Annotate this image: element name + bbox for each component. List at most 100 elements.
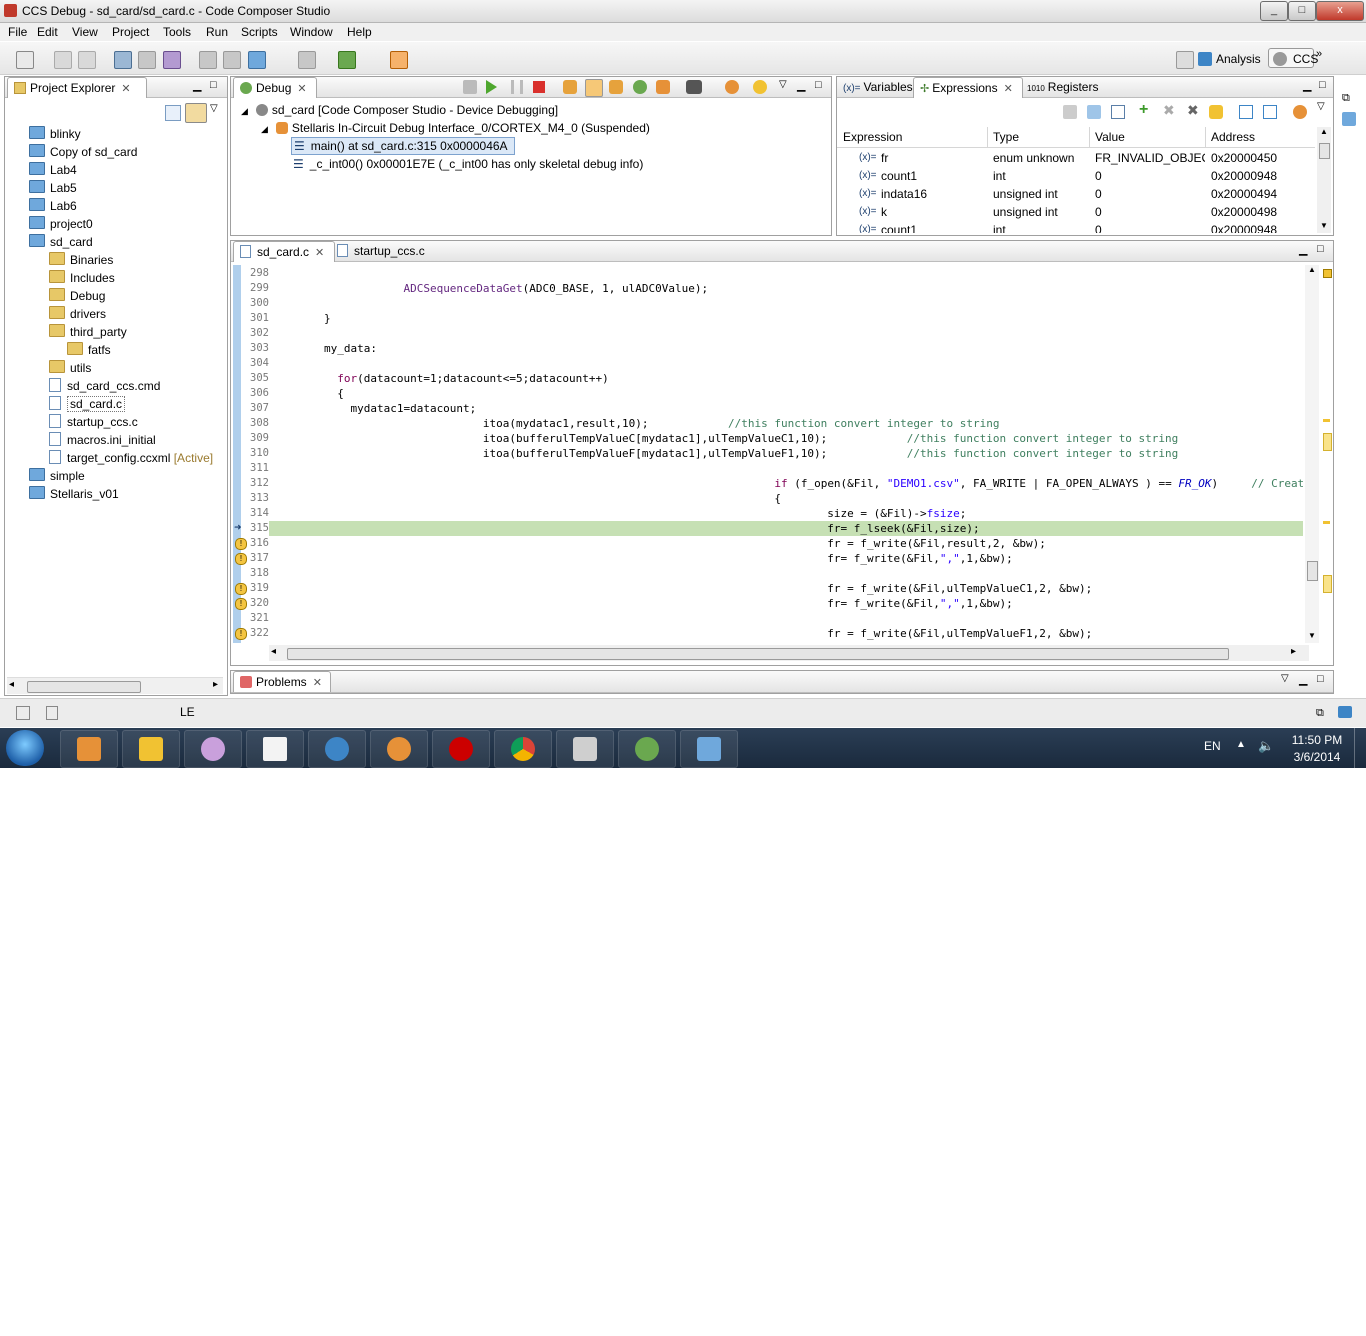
more-perspectives[interactable]: » xyxy=(1316,48,1322,60)
refresh-icon[interactable] xyxy=(753,80,767,94)
tab-project-explorer[interactable]: Project Explorer ✕ xyxy=(7,77,147,98)
scroll-down-icon[interactable]: ▼ xyxy=(1308,631,1316,640)
tree-item[interactable]: drivers xyxy=(49,305,106,323)
refresh-expressions-icon[interactable] xyxy=(1209,105,1223,119)
code-line[interactable]: my_data: xyxy=(271,342,377,355)
restore-icon[interactable]: ⧉ xyxy=(1342,92,1350,105)
table-row[interactable]: (x)= count1 int 0 0x20000948 xyxy=(837,167,1315,185)
taskbar-app-opera[interactable] xyxy=(432,730,490,768)
view-menu-chevron-down-icon[interactable]: ▽ xyxy=(1317,101,1325,112)
remove-terminated-icon[interactable] xyxy=(463,80,477,94)
code-line[interactable]: itoa(mydatac1,result,10); //this functio… xyxy=(271,417,1000,430)
code-area[interactable]: 298 299 ADCSequenceDataGet(ADC0_BASE, 1, … xyxy=(231,265,1303,643)
maximize-icon[interactable]: □ xyxy=(1317,243,1324,255)
tree-item[interactable]: macros.ini_initial xyxy=(49,431,156,449)
warning-marker[interactable] xyxy=(1323,575,1332,593)
expand-icon[interactable]: ◢ xyxy=(261,124,268,134)
code-line[interactable]: mydatac1=datacount; xyxy=(271,402,476,415)
code-line[interactable]: itoa(bufferulTempValueC[mydatac1],ulTemp… xyxy=(271,432,1178,445)
warning-marker[interactable] xyxy=(1323,433,1332,451)
show-type-names-icon[interactable] xyxy=(1063,105,1077,119)
outline-icon[interactable] xyxy=(1342,112,1356,126)
tree-item[interactable]: Stellaris_v01 xyxy=(29,485,119,503)
step-over-icon[interactable] xyxy=(585,79,603,97)
code-line[interactable]: itoa(bufferulTempValueF[mydatac1],ulTemp… xyxy=(271,447,1178,460)
connect-icon[interactable] xyxy=(138,51,156,69)
scroll-right-icon[interactable]: ▸ xyxy=(1291,646,1296,657)
close-icon[interactable]: ✕ xyxy=(315,247,324,259)
table-row[interactable]: (x)= k unsigned int 0 0x20000498 xyxy=(837,203,1315,221)
save-icon[interactable] xyxy=(54,51,72,69)
add-expression-icon[interactable]: + xyxy=(1139,101,1148,119)
tab-problems[interactable]: Problems ✕ xyxy=(233,671,331,692)
tab-variables[interactable]: (x)= Variables xyxy=(837,77,919,97)
tab-startup-ccs-c[interactable]: startup_ccs.c xyxy=(331,241,447,261)
clock-date[interactable]: 3/6/2014 xyxy=(1290,750,1344,764)
minimize-icon[interactable]: ▁ xyxy=(797,79,805,92)
scroll-thumb[interactable] xyxy=(1319,143,1330,159)
console-icon[interactable] xyxy=(1338,706,1352,718)
taskbar-app-notepad[interactable] xyxy=(246,730,304,768)
close-icon[interactable]: ✕ xyxy=(1004,83,1013,95)
warning-icon[interactable]: ! xyxy=(235,583,247,595)
tree-item[interactable]: Copy of sd_card xyxy=(29,143,137,161)
tab-expressions[interactable]: ✢ Expressions ✕ xyxy=(913,77,1023,98)
code-line[interactable]: if (f_open(&Fil, "DEMO1.csv", FA_WRITE |… xyxy=(271,477,1303,490)
remove-all-icon[interactable]: ✖ xyxy=(1187,102,1199,119)
expand-icon[interactable]: ◢ xyxy=(241,106,248,116)
debug-view-icon[interactable] xyxy=(114,51,132,69)
code-line[interactable]: { xyxy=(271,492,781,505)
close-button[interactable]: x xyxy=(1316,1,1364,21)
terminate-icon[interactable] xyxy=(533,81,545,93)
scroll-up-icon[interactable]: ▲ xyxy=(1320,127,1328,136)
close-icon[interactable]: ✕ xyxy=(313,677,322,689)
step-into-icon[interactable] xyxy=(563,80,577,94)
tree-item[interactable]: Lab6 xyxy=(29,197,77,215)
menu-help[interactable]: Help xyxy=(347,25,372,39)
assembly-step-icon[interactable] xyxy=(633,80,647,94)
save-all-icon[interactable] xyxy=(78,51,96,69)
menu-scripts[interactable]: Scripts xyxy=(241,25,278,39)
minimize-icon[interactable]: ▁ xyxy=(1303,79,1311,92)
assembly-step-over-icon[interactable] xyxy=(656,80,670,94)
code-line[interactable]: size = (&Fil)->fsize; xyxy=(271,507,966,520)
tree-item[interactable]: third_party xyxy=(49,323,127,341)
close-icon[interactable]: ✕ xyxy=(121,83,130,95)
table-row[interactable]: (x)= count1 int 0 0x20000948 xyxy=(837,221,1315,233)
minimize-icon[interactable]: ▁ xyxy=(193,79,201,92)
menu-project[interactable]: Project xyxy=(112,25,149,39)
gear-icon[interactable] xyxy=(338,51,356,69)
expressions-vscrollbar[interactable]: ▲ ▼ xyxy=(1317,127,1331,233)
tree-item[interactable]: fatfs xyxy=(67,341,111,359)
restore-icon[interactable]: ⧉ xyxy=(1316,707,1324,720)
scroll-right-icon[interactable]: ▸ xyxy=(213,679,218,690)
load-program-icon[interactable] xyxy=(163,51,181,69)
restart-icon[interactable] xyxy=(725,80,739,94)
warning-icon[interactable]: ! xyxy=(235,628,247,640)
pin-icon[interactable] xyxy=(1263,105,1277,119)
language-indicator[interactable]: EN xyxy=(1204,739,1221,753)
warning-marker[interactable] xyxy=(1323,521,1330,524)
code-line[interactable]: } xyxy=(271,312,331,325)
remove-expression-icon[interactable]: ✖ xyxy=(1163,102,1175,119)
table-row[interactable]: (x)=frenum unknownFR_INVALID_OBJECT0x200… xyxy=(837,149,1315,167)
code-line[interactable]: fr = f_write(&Fil,result,2, &bw); xyxy=(271,537,1046,550)
code-line[interactable]: fr = f_write(&Fil,ulTempValueF1,2, &bw); xyxy=(271,627,1092,640)
maximize-icon[interactable]: □ xyxy=(815,79,822,91)
menu-run[interactable]: Run xyxy=(206,25,228,39)
debug-session-root[interactable]: ◢ sd_card [Code Composer Studio - Device … xyxy=(241,101,558,119)
menu-window[interactable]: Window xyxy=(290,25,333,39)
code-line[interactable]: ADCSequenceDataGet(ADC0_BASE, 1, ulADC0V… xyxy=(271,282,708,295)
stack-frame-main[interactable]: ☰ main() at sd_card.c:315 0x0000046A xyxy=(291,137,515,155)
show-logical-structure-icon[interactable] xyxy=(1087,105,1101,119)
scroll-up-icon[interactable]: ▲ xyxy=(1308,265,1316,274)
tree-item[interactable]: Includes xyxy=(49,269,115,287)
taskbar-app-media[interactable] xyxy=(60,730,118,768)
step-return-icon[interactable] xyxy=(609,80,623,94)
tree-item[interactable]: Debug xyxy=(49,287,105,305)
maximize-icon[interactable]: □ xyxy=(1319,79,1326,91)
taskbar-app-ie[interactable] xyxy=(308,730,366,768)
tree-item[interactable]: Binaries xyxy=(49,251,113,269)
code-line[interactable]: fr= f_write(&Fil,",",1,&bw); xyxy=(271,552,1012,565)
taskbar-app-remote[interactable] xyxy=(680,730,738,768)
